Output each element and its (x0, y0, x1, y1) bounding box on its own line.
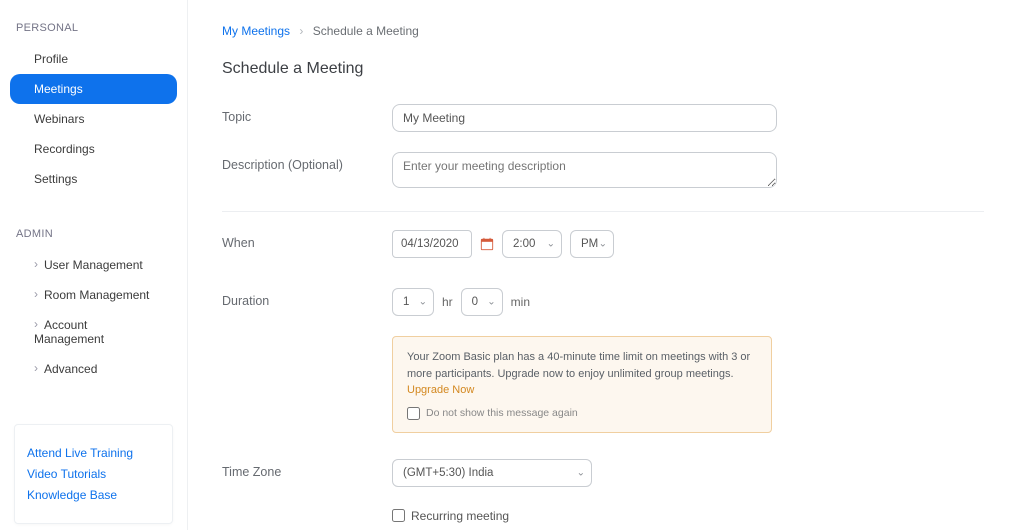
breadcrumb-link[interactable]: My Meetings (222, 24, 290, 38)
recurring-meeting-option[interactable]: Recurring meeting (392, 509, 952, 523)
sidebar: PERSONAL Profile Meetings Webinars Recor… (0, 0, 188, 530)
select-timezone-value: (GMT+5:30) India (403, 467, 493, 479)
select-timezone[interactable]: (GMT+5:30) India ⌄ (392, 459, 592, 487)
label-timezone: Time Zone (222, 459, 392, 479)
chevron-down-icon: ⌄ (577, 467, 585, 478)
dont-show-label: Do not show this message again (426, 407, 578, 419)
recurring-checkbox[interactable] (392, 509, 405, 522)
breadcrumb-current: Schedule a Meeting (313, 24, 419, 38)
label-topic: Topic (222, 104, 392, 124)
breadcrumb: My Meetings › Schedule a Meeting (222, 24, 984, 38)
row-duration: Duration 1 ⌄ hr 0 ⌄ min Your Zoom Basic … (222, 268, 984, 443)
link-knowledge-base[interactable]: Knowledge Base (27, 488, 160, 502)
chevron-down-icon: ⌄ (547, 239, 555, 250)
select-time[interactable]: 2:00 ⌄ (502, 230, 562, 258)
sidebar-item-recordings[interactable]: Recordings (10, 134, 177, 164)
page-title: Schedule a Meeting (222, 60, 984, 78)
row-topic: Topic (222, 94, 984, 142)
unit-min: min (511, 295, 530, 309)
select-minutes-value: 0 (472, 296, 478, 308)
upgrade-now-link[interactable]: Upgrade Now (407, 384, 474, 396)
dont-show-again[interactable]: Do not show this message again (407, 407, 757, 420)
link-attend-live-training[interactable]: Attend Live Training (27, 446, 160, 460)
unit-hr: hr (442, 295, 453, 309)
sidebar-header-admin: ADMIN (0, 224, 187, 244)
sidebar-item-settings[interactable]: Settings (10, 164, 177, 194)
row-when: When 2:00 ⌄ PM ⌄ (222, 212, 984, 268)
breadcrumb-separator: › (299, 24, 303, 38)
recurring-label: Recurring meeting (411, 509, 509, 523)
select-ampm[interactable]: PM ⌄ (570, 230, 614, 258)
sidebar-header-personal: PERSONAL (0, 18, 187, 38)
chevron-down-icon: ⌄ (599, 239, 607, 250)
input-description[interactable] (392, 152, 777, 188)
notice-text: Your Zoom Basic plan has a 40-minute tim… (407, 351, 750, 380)
select-hours[interactable]: 1 ⌄ (392, 288, 434, 316)
row-timezone: Time Zone (GMT+5:30) India ⌄ Recurring m… (222, 443, 984, 530)
row-description: Description (Optional) (222, 142, 984, 203)
sidebar-item-room-management[interactable]: Room Management (10, 280, 177, 310)
select-time-value: 2:00 (513, 238, 535, 250)
select-minutes[interactable]: 0 ⌄ (461, 288, 503, 316)
chevron-down-icon: ⌄ (487, 297, 495, 308)
dont-show-checkbox[interactable] (407, 407, 420, 420)
sidebar-resource-links: Attend Live Training Video Tutorials Kno… (14, 424, 173, 524)
label-when: When (222, 230, 392, 250)
calendar-icon[interactable] (480, 237, 494, 251)
label-description: Description (Optional) (222, 152, 392, 172)
plan-notice: Your Zoom Basic plan has a 40-minute tim… (392, 336, 772, 433)
main-content: My Meetings › Schedule a Meeting Schedul… (188, 0, 1024, 530)
select-hours-value: 1 (403, 296, 409, 308)
sidebar-item-account-management[interactable]: Account Management (10, 310, 177, 354)
input-topic[interactable] (392, 104, 777, 132)
sidebar-item-webinars[interactable]: Webinars (10, 104, 177, 134)
sidebar-item-profile[interactable]: Profile (10, 44, 177, 74)
chevron-down-icon: ⌄ (419, 297, 427, 308)
sidebar-item-meetings[interactable]: Meetings (10, 74, 177, 104)
label-duration: Duration (222, 288, 392, 308)
select-ampm-value: PM (581, 238, 598, 250)
input-date[interactable] (392, 230, 472, 258)
sidebar-item-user-management[interactable]: User Management (10, 250, 177, 280)
sidebar-item-advanced[interactable]: Advanced (10, 354, 177, 384)
link-video-tutorials[interactable]: Video Tutorials (27, 467, 160, 481)
